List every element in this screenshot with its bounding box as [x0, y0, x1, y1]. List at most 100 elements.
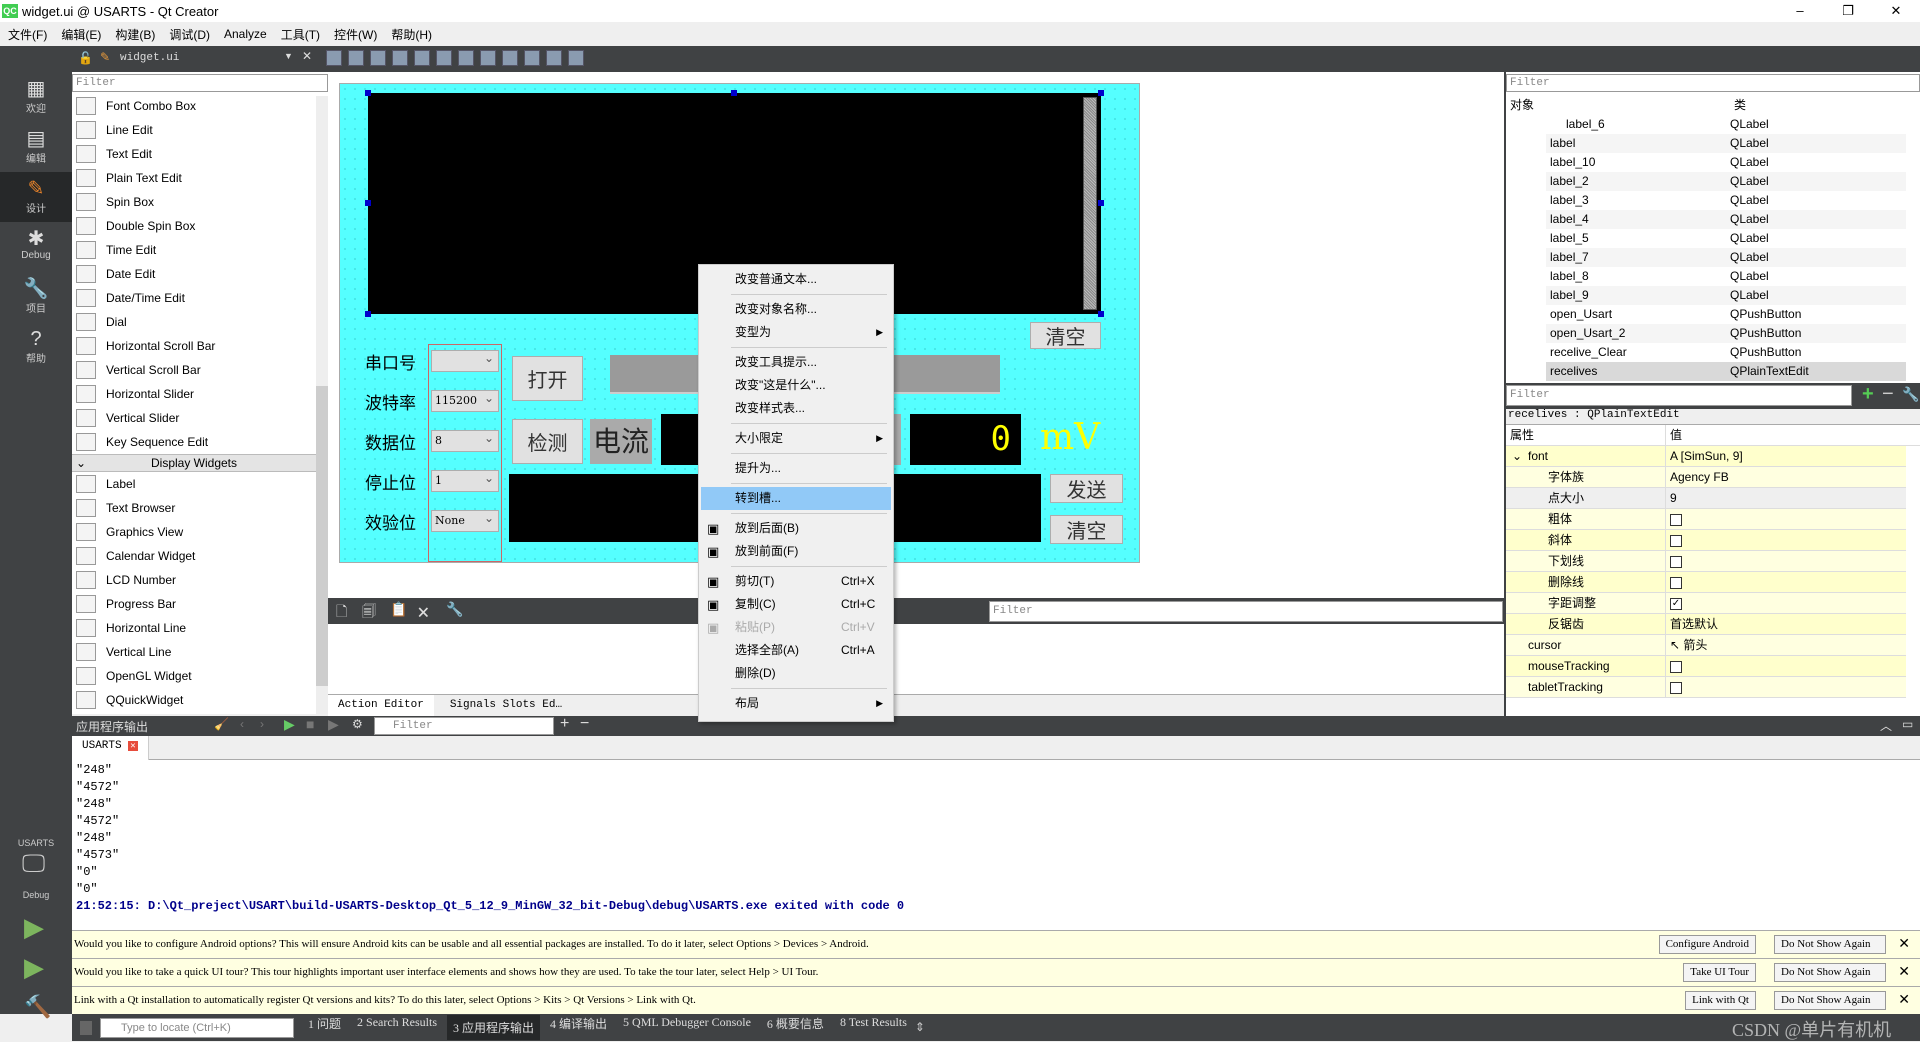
object-row[interactable]: open_Usart QPushButton: [1546, 305, 1906, 324]
form-combobox[interactable]: 1: [431, 468, 499, 492]
property-checkbox[interactable]: [1670, 660, 1682, 673]
widget-item[interactable]: Key Sequence Edit: [72, 430, 328, 454]
object-row[interactable]: label_9 QLabel: [1546, 286, 1906, 305]
context-menu-item[interactable]: 转到槽...: [701, 487, 891, 510]
widget-item[interactable]: Horizontal Line: [72, 616, 328, 640]
property-checkbox[interactable]: ✓: [1670, 597, 1682, 610]
context-menu-item[interactable]: ▣ 放到前面(F): [701, 540, 891, 563]
open-port-button[interactable]: 打开: [512, 356, 583, 401]
remove-property-icon[interactable]: −: [1882, 383, 1894, 406]
context-menu-item[interactable]: 布局 ▶: [701, 692, 891, 715]
context-menu-item[interactable]: ▣ 复制(C) Ctrl+C: [701, 593, 891, 616]
mode-grid[interactable]: ▦ 欢迎: [0, 72, 72, 122]
property-row[interactable]: 点大小 9: [1506, 488, 1906, 509]
do-not-show-again-button[interactable]: Do Not Show Again: [1774, 935, 1886, 954]
widget-item[interactable]: Text Browser: [72, 496, 328, 520]
property-checkbox[interactable]: [1670, 681, 1682, 694]
adjust-size-icon[interactable]: [568, 50, 584, 66]
mode-bug[interactable]: ✱ Debug: [0, 222, 72, 272]
layout-vertical-splitter-icon[interactable]: [480, 50, 496, 66]
property-filter-input[interactable]: Filter: [1506, 385, 1852, 406]
menu-7[interactable]: 帮助(H): [391, 26, 432, 43]
mode-wrench[interactable]: 🔧 项目: [0, 272, 72, 322]
widget-item[interactable]: Date Edit: [72, 262, 328, 286]
property-row[interactable]: mouseTracking: [1506, 656, 1906, 677]
property-row[interactable]: 反锯齿 首选默认: [1506, 614, 1906, 635]
next-icon[interactable]: ›: [260, 717, 264, 731]
category-display-widgets[interactable]: ⌄ Display Widgets: [72, 454, 316, 472]
menu-1[interactable]: 编辑(E): [61, 26, 101, 43]
object-row[interactable]: label QLabel: [1546, 134, 1906, 153]
info-action-button[interactable]: Take UI Tour: [1683, 963, 1756, 982]
form-combobox[interactable]: [431, 348, 499, 372]
layout-horizontal-icon[interactable]: [414, 50, 430, 66]
context-menu-item[interactable]: 改变普通文本...: [701, 268, 891, 291]
application-output[interactable]: "248" "4572" "248" "4572" "248" "4573" "0" "0" …: [72, 760, 1920, 930]
open-file-name[interactable]: widget.ui: [120, 52, 179, 64]
widget-item[interactable]: Double Spin Box: [72, 214, 328, 238]
object-row[interactable]: label_10 QLabel: [1546, 153, 1906, 172]
widget-item[interactable]: Calendar Widget: [72, 544, 328, 568]
output-tab-usarts[interactable]: USARTS ✕: [72, 736, 149, 760]
do-not-show-again-button[interactable]: Do Not Show Again: [1774, 963, 1886, 982]
object-row[interactable]: recelive_Clear QPushButton: [1546, 343, 1906, 362]
output-pane-tab[interactable]: 5 QML Debugger Console: [623, 1015, 751, 1040]
widget-item[interactable]: Date/Time Edit: [72, 286, 328, 310]
widget-item[interactable]: Time Edit: [72, 238, 328, 262]
monitor-icon[interactable]: 🖵: [22, 850, 45, 878]
zoom-out-icon[interactable]: −: [580, 715, 589, 733]
context-menu-item[interactable]: ▣ 剪切(T) Ctrl+X: [701, 570, 891, 593]
attach-debugger-icon[interactable]: ▶: [328, 716, 339, 733]
do-not-show-again-button[interactable]: Do Not Show Again: [1774, 991, 1886, 1010]
maximize-button[interactable]: ❐: [1826, 0, 1870, 22]
context-menu-item[interactable]: ▣ 放到后面(B): [701, 517, 891, 540]
context-menu-item[interactable]: 改变样式表...: [701, 397, 891, 420]
file-dropdown-arrow[interactable]: ▼: [284, 51, 293, 61]
output-pane-tab[interactable]: 2 Search Results: [357, 1015, 437, 1040]
object-row[interactable]: open_Usart_2 QPushButton: [1546, 324, 1906, 343]
more-tabs-icon[interactable]: ⇕: [915, 1020, 925, 1035]
action-filter-input[interactable]: Filter: [989, 601, 1503, 622]
settings-gear-icon[interactable]: ⚙: [352, 717, 363, 731]
widget-item[interactable]: Graphics View: [72, 520, 328, 544]
tab-action-editor[interactable]: Action Editor: [328, 695, 434, 716]
mode-help[interactable]: ? 帮助: [0, 322, 72, 372]
context-menu-item[interactable]: 大小限定 ▶: [701, 427, 891, 450]
stop-icon[interactable]: ■: [306, 716, 314, 732]
run-button[interactable]: ▶: [24, 912, 44, 943]
context-menu-item[interactable]: 改变对象名称...: [701, 298, 891, 321]
property-row[interactable]: 字体族 Agency FB: [1506, 467, 1906, 488]
widget-item[interactable]: Horizontal Scroll Bar: [72, 334, 328, 358]
build-hammer-button[interactable]: 🔨: [24, 994, 51, 1020]
toggle-sidebar-icon[interactable]: [80, 1020, 92, 1035]
add-property-icon[interactable]: +: [1862, 383, 1874, 406]
clear-output-icon[interactable]: 🧹: [214, 717, 229, 731]
layout-vertical-icon[interactable]: [436, 50, 452, 66]
form-combobox[interactable]: 8: [431, 428, 499, 452]
close-tab-icon[interactable]: ✕: [128, 741, 138, 751]
property-row[interactable]: 字距调整 ✓: [1506, 593, 1906, 614]
minimize-button[interactable]: –: [1778, 0, 1822, 22]
detect-button[interactable]: 检测: [512, 419, 583, 464]
debug-run-button[interactable]: ▶: [24, 952, 44, 983]
edit-widgets-icon[interactable]: [326, 50, 342, 66]
widget-item[interactable]: Vertical Slider: [72, 406, 328, 430]
menu-5[interactable]: 工具(T): [281, 26, 320, 43]
object-row[interactable]: label_6 QLabel: [1506, 115, 1906, 134]
close-icon[interactable]: ✕: [1898, 931, 1910, 958]
edit-buddies-icon[interactable]: [370, 50, 386, 66]
send-button[interactable]: 发送: [1050, 474, 1123, 503]
menu-6[interactable]: 控件(W): [334, 26, 377, 43]
prev-icon[interactable]: ‹: [240, 717, 244, 731]
output-pane-tab[interactable]: 3 应用程序输出: [447, 1015, 541, 1040]
close-document-button[interactable]: ✕: [302, 49, 312, 63]
output-filter-input[interactable]: Filter: [374, 717, 554, 735]
object-row[interactable]: recelives QPlainTextEdit: [1546, 362, 1906, 381]
output-pane-tab[interactable]: 6 概要信息: [767, 1015, 824, 1040]
widget-item[interactable]: Vertical Line: [72, 640, 328, 664]
receive-scrollbar[interactable]: [1083, 97, 1097, 310]
layout-grid-icon[interactable]: [502, 50, 518, 66]
context-menu-item[interactable]: 提升为...: [701, 457, 891, 480]
close-icon[interactable]: ✕: [1898, 959, 1910, 986]
menu-3[interactable]: 调试(D): [169, 26, 210, 43]
